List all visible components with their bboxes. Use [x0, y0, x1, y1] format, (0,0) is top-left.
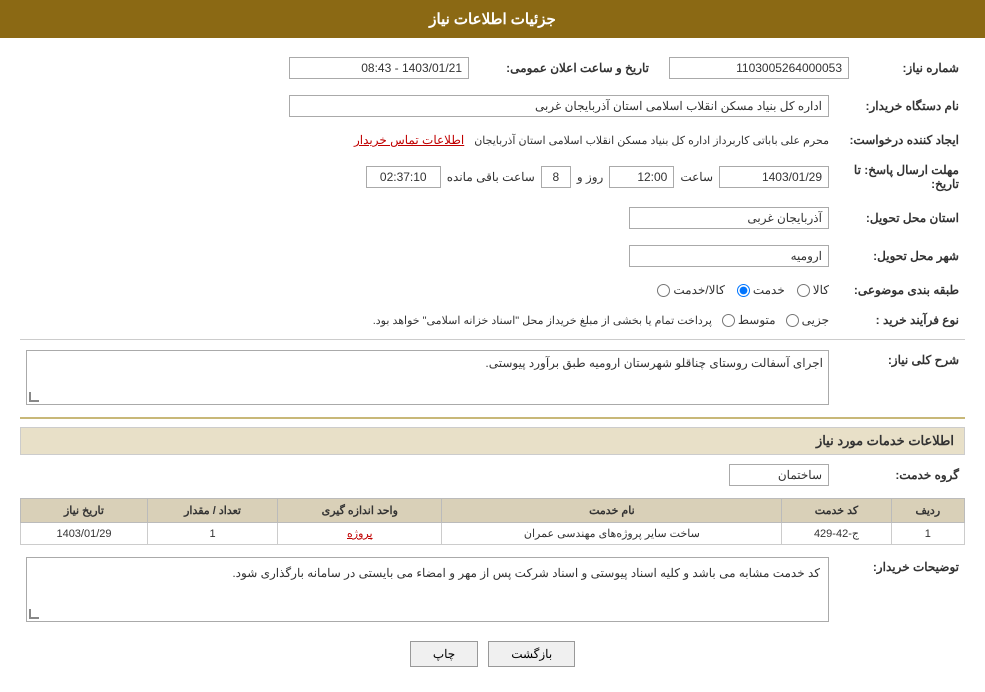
page-title: جزئیات اطلاعات نیاز — [429, 11, 556, 28]
tosihaat-box: کد خدمت مشابه می باشد و کلیه اسناد پیوست… — [26, 557, 829, 622]
tosihaat-value: کد خدمت مشابه می باشد و کلیه اسناد پیوست… — [20, 553, 835, 626]
noefarayand-label: نوع فرآیند خرید : — [835, 309, 965, 331]
shahrTahvil-label: شهر محل تحویل: — [835, 241, 965, 271]
namDastgah-label: نام دستگاه خریدار: — [835, 91, 965, 121]
cell-namKhedmat: ساخت سایر پروژه‌های مهندسی عمران — [442, 523, 782, 545]
col-vahed: واحد اندازه گیری — [278, 499, 442, 523]
tamas-link[interactable]: اطلاعات تماس خریدار — [354, 133, 464, 147]
cell-tedad: 1 — [147, 523, 277, 545]
page-header: جزئیات اطلاعات نیاز — [0, 0, 985, 38]
shahrTahvil-value: ارومیه — [20, 241, 835, 271]
shomareNiaz-label: شماره نیاز: — [855, 53, 965, 83]
table-row: 1 ج-42-429 ساخت سایر پروژه‌های مهندسی عم… — [21, 523, 965, 545]
tabebandi-label: طبقه بندی موضوعی: — [835, 279, 965, 301]
print-button[interactable]: چاپ — [410, 641, 478, 667]
services-table: ردیف کد خدمت نام خدمت واحد اندازه گیری ت… — [20, 498, 965, 545]
button-row: بازگشت چاپ — [20, 641, 965, 667]
tabebandi-kala[interactable]: کالا — [797, 283, 829, 297]
back-button[interactable]: بازگشت — [488, 641, 575, 667]
mohlatErsal-label: مهلت ارسال پاسخ: تا تاریخ: — [835, 159, 965, 195]
col-kodKhedmat: کد خدمت — [782, 499, 891, 523]
taarikheAlan-value: 1403/01/21 - 08:43 — [47, 53, 475, 83]
col-radif: ردیف — [891, 499, 964, 523]
cell-kodKhedmat: ج-42-429 — [782, 523, 891, 545]
mohlatErsal-saat: 02:37:10 — [366, 166, 441, 188]
cell-tarikh: 1403/01/29 — [21, 523, 148, 545]
groupKhedmat-label: گروه خدمت: — [835, 460, 965, 490]
groupKhedmat-value: ساختمان — [20, 460, 835, 490]
tabebandi-options: کالا خدمت کالا/خدمت — [20, 279, 835, 301]
shomareNiaz-value: 1103005264000053 — [655, 53, 855, 83]
noefarayand-jozi[interactable]: جزیی — [786, 313, 829, 327]
cell-vahed: پروژه — [278, 523, 442, 545]
namDastgah-value: اداره کل بنیاد مسکن انقلاب اسلامی استان … — [20, 91, 835, 121]
sharhKolli-value: اجرای آسفالت روستای چناقلو شهرستان ارومی… — [20, 346, 835, 409]
noefarayand-motevaset[interactable]: متوسط — [722, 313, 776, 327]
ijadKonande-label: ایجاد کننده درخواست: — [835, 129, 965, 151]
mohlatErsal-date: 1403/01/29 — [719, 166, 829, 188]
ijadKonande-value: محرم علی باباتی کاربرداز اداره کل بنیاد … — [20, 129, 835, 151]
ostanTahvil-label: استان محل تحویل: — [835, 203, 965, 233]
noefarayand-description: پرداخت تمام یا بخشی از مبلغ خریداز محل "… — [373, 314, 712, 327]
col-tarikh: تاریخ نیاز — [21, 499, 148, 523]
col-tedad: تعداد / مقدار — [147, 499, 277, 523]
sharhKolli-box: اجرای آسفالت روستای چناقلو شهرستان ارومی… — [26, 350, 829, 405]
tabebandi-kala-khedmat[interactable]: کالا/خدمت — [657, 283, 724, 297]
ostanTahvil-value: آذربایجان غربی — [20, 203, 835, 233]
tosihaat-label: توضیحات خریدار: — [835, 553, 965, 626]
taarikheAlan-label: تاریخ و ساعت اعلان عمومی: — [475, 53, 655, 83]
services-section-title: اطلاعات خدمات مورد نیاز — [20, 427, 965, 455]
col-namKhedmat: نام خدمت — [442, 499, 782, 523]
cell-radif: 1 — [891, 523, 964, 545]
sharhKolli-label: شرح کلی نیاز: — [835, 346, 965, 409]
mohlatErsal-time: 12:00 — [609, 166, 674, 188]
tabebandi-khedmat[interactable]: خدمت — [737, 283, 785, 297]
noefarayand-row: جزیی متوسط پرداخت تمام یا بخشی از مبلغ خ… — [20, 309, 835, 331]
mohlatErsal-row: 1403/01/29 ساعت 12:00 روز و 8 ساعت باقی … — [20, 159, 835, 195]
mohlatErsal-roz: 8 — [541, 166, 571, 188]
